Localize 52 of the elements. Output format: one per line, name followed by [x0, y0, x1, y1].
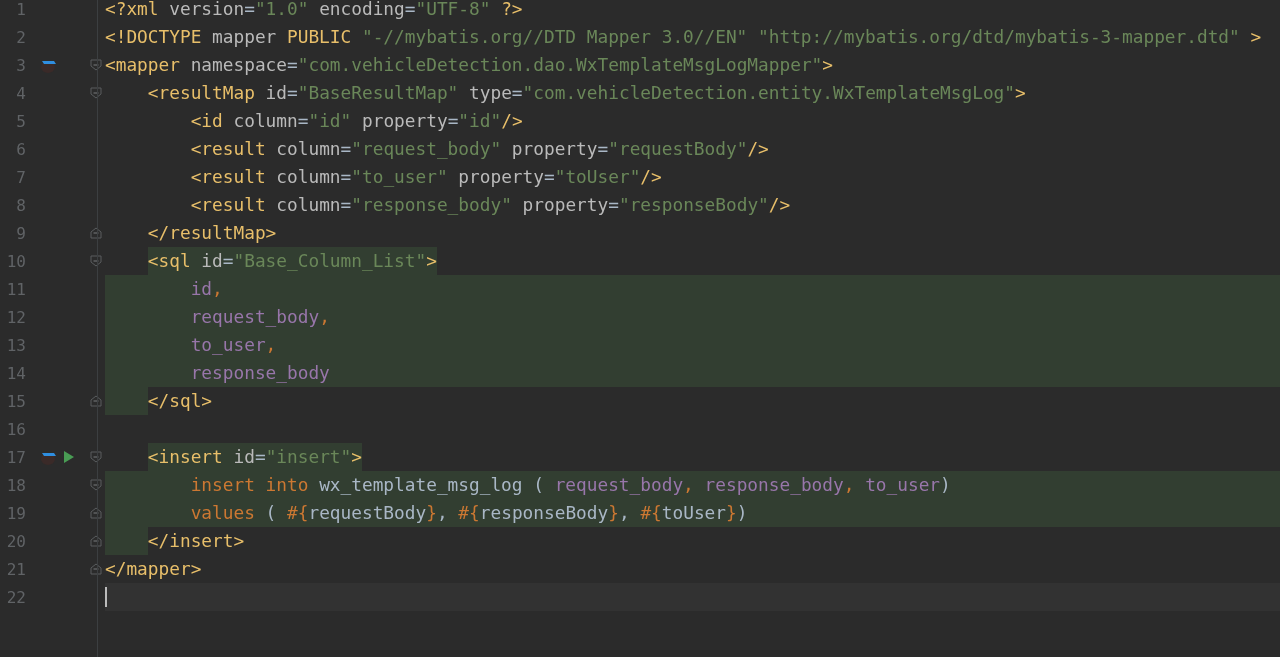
line-number: 2 [15, 27, 26, 47]
fold-start-icon[interactable] [90, 451, 102, 463]
line-number: 21 [5, 559, 26, 579]
fold-start-icon[interactable] [90, 59, 102, 71]
line-number: 8 [15, 195, 26, 215]
code-line: insert into wx_template_msg_log ( request_body, response_body, to_user) [190, 473, 951, 497]
code-line: values ( #{requestBody}, #{responseBody}, #{toUser}) [190, 501, 748, 525]
line-number: 4 [15, 83, 26, 103]
fold-end-icon[interactable] [90, 535, 102, 547]
line-number: 12 [5, 307, 26, 327]
line-number: 15 [5, 391, 26, 411]
fold-end-icon[interactable] [90, 507, 102, 519]
line-number: 19 [5, 503, 26, 523]
code-line: <!DOCTYPE mapper PUBLIC "-//mybatis.org//DTD Mapper 3.0//EN" "http://mybatis.org/dtd/mybatis-3-mapper.dtd" > [105, 25, 1262, 49]
text-cursor [105, 587, 107, 607]
code-line: </sql> [147, 389, 213, 413]
line-number: 5 [15, 111, 26, 131]
line-number: 20 [5, 531, 26, 551]
code-line: response_body [190, 361, 330, 385]
code-line: <resultMap id="BaseResultMap" type="com.vehicleDetection.entity.WxTemplateMsgLog"> [147, 81, 1026, 105]
line-number: 9 [15, 223, 26, 243]
code-line: <result column="to_user" property="toUser"/> [190, 165, 662, 189]
code-line: <?xml version="1.0" encoding="UTF-8" ?> [105, 0, 523, 21]
fold-start-icon[interactable] [90, 87, 102, 99]
line-number: 7 [15, 167, 26, 187]
code-line: </resultMap> [147, 221, 277, 245]
code-line: request_body, [190, 305, 330, 329]
fold-end-icon[interactable] [90, 227, 102, 239]
code-line: to_user, [190, 333, 277, 357]
line-number: 1 [15, 0, 26, 19]
run-icon[interactable] [64, 451, 74, 463]
fold-end-icon[interactable] [90, 395, 102, 407]
fold-start-icon[interactable] [90, 479, 102, 491]
line-number: 17 [5, 447, 26, 467]
code-line: <id column="id" property="id"/> [190, 109, 523, 133]
line-number: 3 [15, 55, 26, 75]
line-number: 18 [5, 475, 26, 495]
line-number: 6 [15, 139, 26, 159]
line-number: 22 [5, 587, 26, 607]
line-number: 13 [5, 335, 26, 355]
line-number: 10 [5, 251, 26, 271]
line-number: 16 [5, 419, 26, 439]
code-line: <mapper namespace="com.vehicleDetection.dao.WxTemplateMsgLogMapper"> [105, 53, 833, 77]
line-number: 14 [5, 363, 26, 383]
line-number: 11 [5, 279, 26, 299]
code-line: <result column="response_body" property="responseBody"/> [190, 193, 791, 217]
code-line: id, [190, 277, 223, 301]
fold-start-icon[interactable] [90, 255, 102, 267]
code-line: </insert> [147, 529, 245, 553]
code-line: <result column="request_body" property="requestBody"/> [190, 137, 769, 161]
fold-end-icon[interactable] [90, 563, 102, 575]
code-line: </mapper> [105, 557, 202, 581]
